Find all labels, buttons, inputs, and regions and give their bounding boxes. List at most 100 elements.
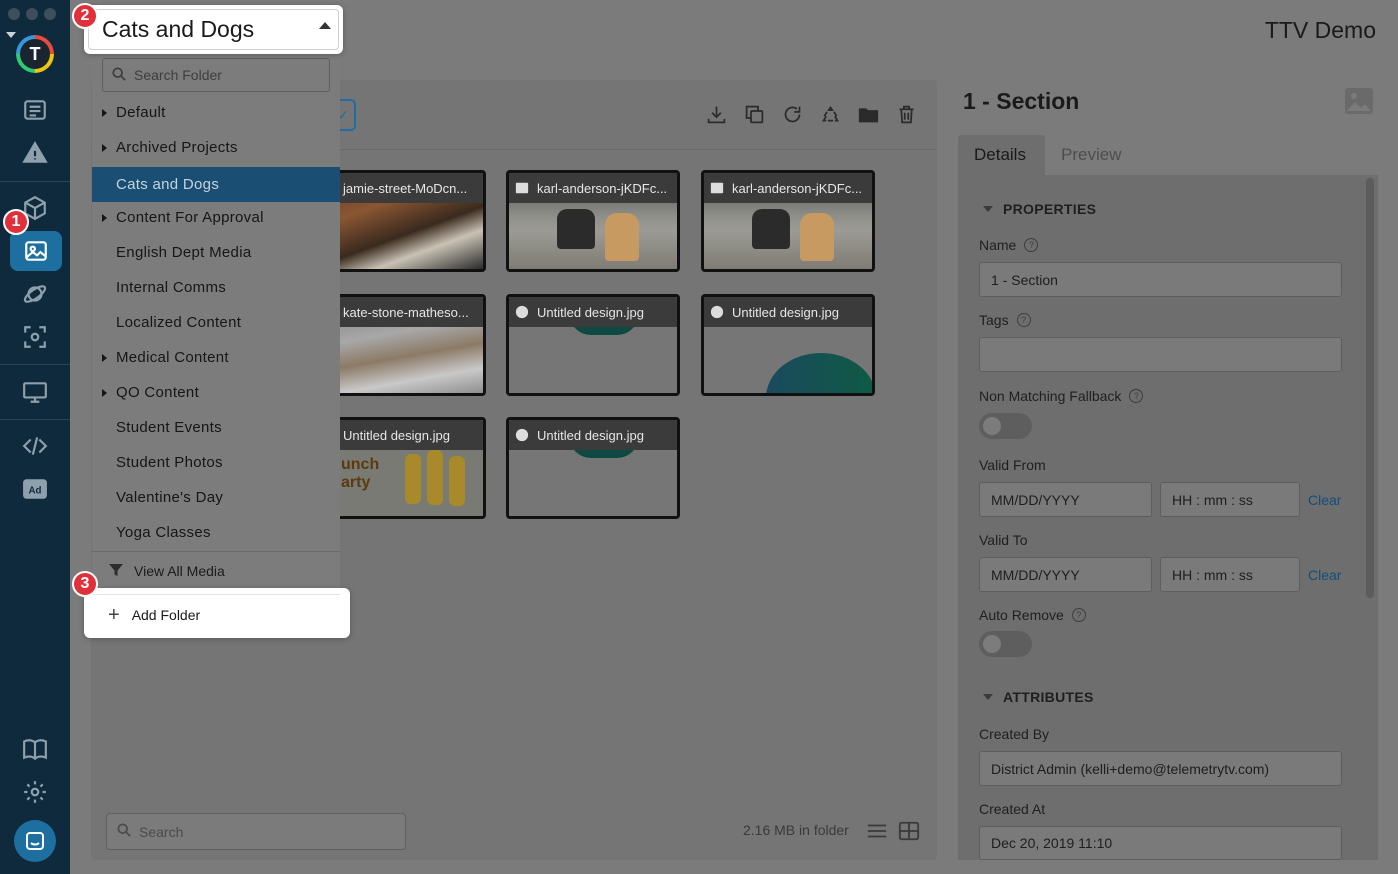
playlist-icon[interactable] xyxy=(17,94,53,126)
list-view-icon[interactable] xyxy=(866,820,888,847)
search-placeholder: Search xyxy=(139,823,184,840)
auto-remove-toggle[interactable] xyxy=(979,631,1032,657)
tags-input[interactable] xyxy=(979,337,1342,372)
ad-icon[interactable]: Ad xyxy=(17,473,53,505)
refresh-icon[interactable] xyxy=(782,104,803,125)
folder-item[interactable]: Valentine's Day xyxy=(92,480,340,515)
book-icon[interactable] xyxy=(17,733,53,765)
grid-view-icon[interactable] xyxy=(898,820,920,847)
folder-search-placeholder: Search Folder xyxy=(134,67,222,83)
folder-item-label: Cats and Dogs xyxy=(116,176,220,193)
media-card[interactable]: Untitled design.jpg xyxy=(506,294,680,396)
code-icon[interactable] xyxy=(17,430,53,462)
recycle-icon[interactable] xyxy=(820,104,841,125)
monitor-icon[interactable] xyxy=(17,376,53,408)
logo-menu-caret-icon[interactable] xyxy=(6,32,16,38)
folder-item[interactable]: Content For Approval xyxy=(92,200,340,235)
left-rail: T Ad xyxy=(0,0,70,874)
valid-to-time-input[interactable]: HH : mm : ss xyxy=(1160,557,1300,592)
folder-item[interactable]: Yoga Classes xyxy=(92,515,340,550)
screenshot-icon[interactable] xyxy=(17,321,53,353)
folder-item[interactable]: Default xyxy=(92,95,340,130)
add-folder-button[interactable]: + Add Folder xyxy=(92,594,340,634)
help-icon[interactable]: ? xyxy=(1071,608,1086,622)
expand-arrow-icon[interactable] xyxy=(102,353,107,362)
tab-preview[interactable]: Preview xyxy=(1045,135,1137,175)
name-input[interactable]: 1 - Section xyxy=(979,262,1342,297)
expand-arrow-icon[interactable] xyxy=(102,213,107,222)
expand-arrow-icon[interactable] xyxy=(102,388,107,397)
fallback-label: Non Matching Fallback ? xyxy=(979,388,1144,404)
valid-from-time-input[interactable]: HH : mm : ss xyxy=(1160,482,1300,517)
chat-icon[interactable] xyxy=(14,820,56,862)
duplicate-icon[interactable] xyxy=(744,104,765,125)
minimize-window-button[interactable] xyxy=(26,8,38,20)
image-placeholder-icon xyxy=(1344,87,1374,120)
media-card[interactable]: karl-anderson-jKDFc... xyxy=(701,170,875,272)
folder-item[interactable]: English Dept Media xyxy=(92,235,340,270)
search-icon xyxy=(117,823,131,840)
trash-icon[interactable] xyxy=(896,104,917,125)
valid-to-label-text: Valid To xyxy=(979,532,1028,548)
satellite-icon[interactable] xyxy=(17,278,53,310)
folder-item-selected[interactable]: Cats and Dogs xyxy=(92,167,340,202)
media-card[interactable]: karl-anderson-jKDFc... xyxy=(506,170,680,272)
media-card-header: Untitled design.jpg xyxy=(509,297,677,327)
palette-icon xyxy=(515,428,529,442)
valid-from-clear-link[interactable]: Clear xyxy=(1308,492,1341,508)
dog-shape xyxy=(800,213,834,261)
media-search-input[interactable]: Search xyxy=(106,813,406,850)
folder-item[interactable]: Localized Content xyxy=(92,305,340,340)
folder-item[interactable]: Student Photos xyxy=(92,445,340,480)
name-label: Name ? xyxy=(979,237,1039,253)
folder-item[interactable]: Internal Comms xyxy=(92,270,340,305)
valid-to-date-input[interactable]: MM/DD/YYYY xyxy=(979,557,1152,592)
close-window-button[interactable] xyxy=(8,8,20,20)
help-icon[interactable]: ? xyxy=(1129,389,1144,403)
created-by-label: Created By xyxy=(979,726,1049,742)
zoom-window-button[interactable] xyxy=(44,8,56,20)
help-icon[interactable]: ? xyxy=(1024,238,1039,252)
media-card-name: Untitled design.jpg xyxy=(537,427,644,443)
attributes-header[interactable]: ATTRIBUTES xyxy=(983,689,1094,705)
gear-icon[interactable] xyxy=(17,776,53,808)
folder-item-label: Archived Projects xyxy=(116,139,238,156)
person-shape xyxy=(449,456,465,506)
folder-select[interactable]: Cats and Dogs xyxy=(84,5,343,54)
media-card[interactable]: Untitled design.jpg xyxy=(701,294,875,396)
folder-item[interactable]: Student Events xyxy=(92,410,340,445)
valid-to-clear-link[interactable]: Clear xyxy=(1308,567,1341,583)
expand-arrow-icon[interactable] xyxy=(102,108,107,117)
help-icon[interactable]: ? xyxy=(1016,313,1031,327)
attributes-label: ATTRIBUTES xyxy=(1003,689,1094,705)
folder-item-label: QO Content xyxy=(116,384,200,401)
download-icon[interactable] xyxy=(706,104,727,125)
details-scrollbar[interactable] xyxy=(1366,178,1374,598)
folder-search-input[interactable]: Search Folder xyxy=(102,58,330,92)
folder-item[interactable]: Medical Content xyxy=(92,340,340,375)
media-toolbar xyxy=(706,104,917,125)
app-logo[interactable]: T xyxy=(16,35,54,73)
image-icon xyxy=(710,181,724,195)
folder-item[interactable]: Archived Projects xyxy=(92,130,340,165)
fallback-toggle[interactable] xyxy=(979,413,1032,439)
media-card-header: karl-anderson-jKDFc... xyxy=(509,173,677,203)
image-icon[interactable] xyxy=(10,231,62,271)
view-all-media-button[interactable]: View All Media xyxy=(92,556,340,586)
properties-header[interactable]: PROPERTIES xyxy=(983,201,1096,217)
lunch-party-text: unch arty xyxy=(341,456,380,491)
folder-size: 2.16 MB in folder xyxy=(743,822,849,838)
folder-select-label: Cats and Dogs xyxy=(102,16,255,42)
valid-from-date-input[interactable]: MM/DD/YYYY xyxy=(979,482,1152,517)
app-title: TTV Demo xyxy=(1264,17,1376,43)
annotation-badge-2: 2 xyxy=(72,3,98,29)
expand-arrow-icon[interactable] xyxy=(102,143,107,152)
folder-icon[interactable] xyxy=(858,104,879,125)
tab-details[interactable]: Details xyxy=(958,135,1045,175)
alert-icon[interactable] xyxy=(17,137,53,169)
folder-item-label: Student Events xyxy=(116,419,222,436)
collapse-triangle-icon xyxy=(983,206,993,212)
folder-item[interactable]: QO Content xyxy=(92,375,340,410)
media-card[interactable]: Untitled design.jpg xyxy=(506,417,680,519)
rail-divider xyxy=(0,419,70,420)
